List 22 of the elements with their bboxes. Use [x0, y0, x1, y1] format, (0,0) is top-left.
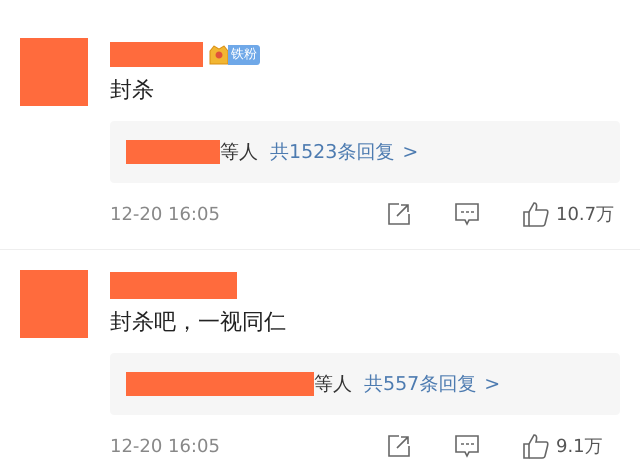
replies-link[interactable]: 共1523条回复 [270, 138, 394, 166]
replies-link[interactable]: 共557条回复 [364, 370, 476, 398]
like-count: 10.7万 [556, 202, 616, 226]
fan-badge: 铁粉 [228, 44, 260, 64]
comment-text: 封杀 [110, 77, 154, 105]
redaction-block [20, 38, 88, 106]
timestamp: 12-20 16:05 [110, 434, 221, 458]
thumbs-up-icon[interactable] [522, 200, 550, 228]
crown-icon [208, 42, 230, 66]
comment-icon[interactable] [454, 433, 480, 459]
share-icon[interactable] [387, 202, 411, 226]
replies-users-text: 等人 [220, 140, 258, 165]
share-icon[interactable] [387, 434, 411, 458]
redaction-block [20, 270, 88, 338]
chevron-text[interactable]: > [402, 138, 418, 166]
timestamp: 12-20 16:05 [110, 202, 221, 226]
chevron-text[interactable]: > [484, 370, 500, 398]
replies-users-text: 等人 [314, 372, 352, 397]
thumbs-up-icon[interactable] [522, 432, 550, 460]
like-count: 9.1万 [556, 434, 604, 458]
comment-text: 封杀吧，一视同仁 [110, 309, 286, 337]
comment-icon[interactable] [454, 201, 480, 227]
